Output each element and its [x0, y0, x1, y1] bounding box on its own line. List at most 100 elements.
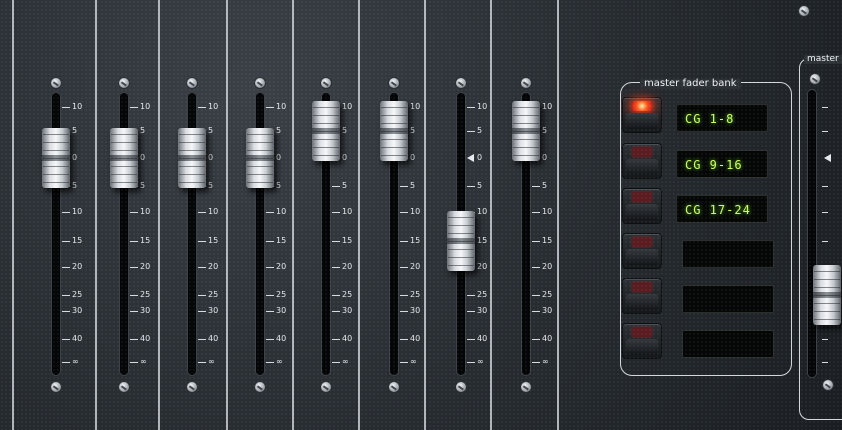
scale-label: 15 [342, 236, 353, 245]
scale-tick [400, 241, 408, 242]
fader-knob[interactable] [110, 128, 138, 188]
scale-tick [467, 362, 475, 363]
scale-label: 0 [410, 153, 416, 162]
channel-divider [158, 0, 160, 430]
bank-select-button[interactable] [622, 143, 662, 179]
screw-icon [520, 77, 532, 89]
scale-label: 25 [342, 290, 353, 299]
knob-ridge [313, 131, 339, 132]
bank-led-indicator [632, 282, 652, 292]
scale-label: 5 [542, 181, 548, 190]
knob-ridge [111, 158, 137, 159]
scale-tick [130, 107, 138, 108]
bank-select-button[interactable] [622, 278, 662, 314]
scale-tick [532, 186, 540, 187]
scale-label: 0 [72, 153, 78, 162]
scale-tick [467, 311, 475, 312]
knob-ridge [313, 139, 339, 140]
bank-display-text: CG 1-8 [685, 112, 735, 126]
knob-ridge [814, 303, 840, 304]
scale-label: 15 [542, 236, 553, 245]
scale-tick [532, 241, 540, 242]
scale-tick [822, 107, 828, 108]
knob-ridge [448, 249, 474, 250]
bank-select-button[interactable] [622, 188, 662, 224]
fader-knob[interactable] [447, 211, 475, 271]
scale-label: 5 [276, 181, 282, 190]
scale-tick [332, 339, 340, 340]
scale-label: 0 [276, 153, 282, 162]
fader-knob[interactable] [246, 128, 274, 188]
knob-ridge [814, 279, 840, 280]
scale-tick [62, 295, 70, 296]
bank-select-button[interactable] [622, 233, 662, 269]
knob-ridge [814, 271, 840, 272]
scale-tick [130, 362, 138, 363]
bank-led-indicator [632, 327, 652, 337]
fader-knob[interactable] [512, 101, 540, 161]
scale-tick [400, 267, 408, 268]
scale-label: 40 [342, 334, 353, 343]
screw-icon [822, 379, 834, 391]
scale-label: 25 [276, 290, 287, 299]
knob-ridge [448, 225, 474, 226]
knob-ridge [111, 150, 137, 151]
button-cap [626, 339, 658, 355]
knob-ridge [381, 155, 407, 156]
knob-ridge [513, 155, 539, 156]
bank-display [682, 285, 774, 313]
scale-label: 40 [477, 334, 488, 343]
scale-label: 30 [542, 306, 553, 315]
knob-ridge [448, 217, 474, 218]
knob-ridge [179, 174, 205, 175]
scale-label: 10 [542, 207, 553, 216]
button-cap [626, 294, 658, 310]
scale-label: 10 [208, 207, 219, 216]
bank-select-button[interactable] [622, 323, 662, 359]
knob-ridge [513, 123, 539, 124]
knob-ridge [179, 142, 205, 143]
scale-tick [400, 311, 408, 312]
fader-knob[interactable] [178, 128, 206, 188]
scale-tick [822, 241, 828, 242]
bank-display [682, 240, 774, 268]
bank-select-button[interactable] [622, 97, 662, 133]
scale-tick [198, 267, 206, 268]
scale-label: 5 [140, 126, 146, 135]
fader-knob[interactable] [42, 128, 70, 188]
channel-divider [424, 0, 426, 430]
knob-ridge [111, 174, 137, 175]
scale-tick [532, 362, 540, 363]
scale-tick [332, 241, 340, 242]
scale-label: 20 [72, 262, 83, 271]
scale-tick [198, 311, 206, 312]
knob-ridge [814, 295, 840, 296]
knob-ridge [43, 150, 69, 151]
scale-label: 15 [72, 236, 83, 245]
scale-label: 20 [542, 262, 553, 271]
knob-ridge [814, 311, 840, 312]
knob-ridge [448, 257, 474, 258]
scale-tick [130, 311, 138, 312]
scale-tick [62, 241, 70, 242]
knob-ridge [247, 150, 273, 151]
fader-knob[interactable] [380, 101, 408, 161]
knob-ridge [247, 182, 273, 183]
channel-divider [358, 0, 360, 430]
screw-icon [388, 77, 400, 89]
scale-label: 25 [477, 290, 488, 299]
scale-label: ∞ [208, 357, 215, 366]
knob-ridge [448, 265, 474, 266]
knob-ridge [43, 142, 69, 143]
scale-tick [266, 311, 274, 312]
knob-ridge [814, 319, 840, 320]
master-fader-knob[interactable] [813, 265, 841, 325]
scale-tick [532, 295, 540, 296]
knob-ridge [313, 147, 339, 148]
fader-knob[interactable] [312, 101, 340, 161]
bank-display-text: CG 17-24 [685, 203, 751, 217]
screw-icon [186, 381, 198, 393]
knob-ridge [513, 139, 539, 140]
screw-icon [809, 73, 821, 85]
scale-label: 40 [410, 334, 421, 343]
